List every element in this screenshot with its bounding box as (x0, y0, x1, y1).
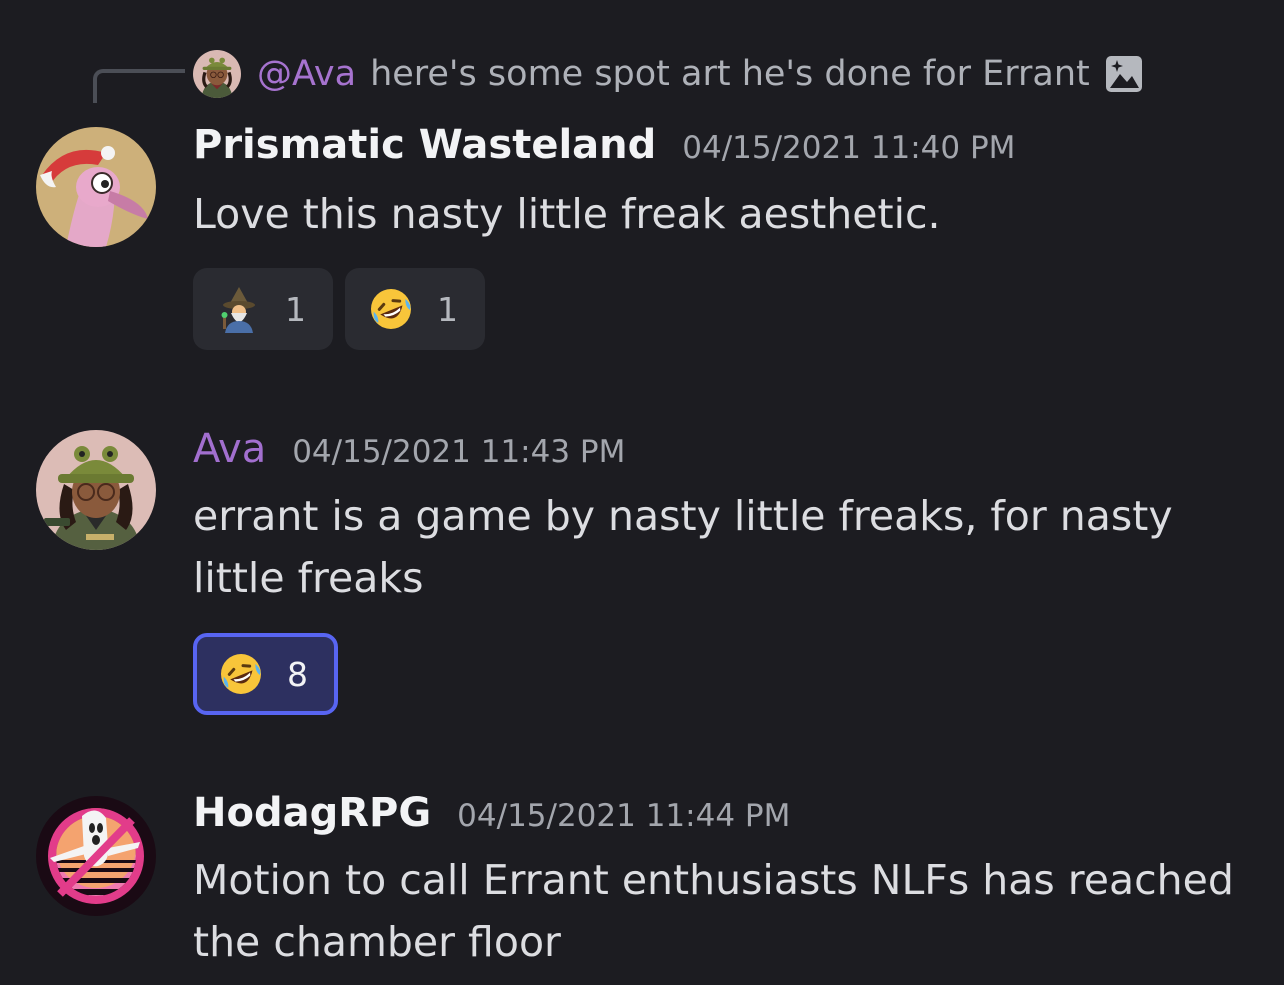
reply-avatar (193, 50, 241, 98)
reply-text[interactable]: here's some spot art he's done for Erran… (370, 54, 1090, 94)
message-text: errant is a game by nasty little freaks,… (193, 492, 1173, 602)
message-header: Ava 04/15/2021 11:43 PM (193, 426, 625, 472)
reply-connector-line (93, 69, 185, 103)
user-avatar[interactable] (36, 127, 156, 247)
reaction-rolling-laughing[interactable]: 1 (345, 268, 485, 350)
timestamp: 04/15/2021 11:40 PM (682, 130, 1016, 166)
reaction-mage[interactable]: 1 (193, 268, 333, 350)
rolling-laughing-emoji (221, 654, 261, 694)
reaction-count: 1 (285, 289, 306, 329)
message-header: Prismatic Wasteland 04/15/2021 11:40 PM (193, 122, 1015, 168)
reply-preview[interactable]: @Ava here's some spot art he's done for … (193, 50, 1144, 98)
user-avatar[interactable] (36, 430, 156, 550)
username[interactable]: Ava (193, 426, 266, 472)
message-text: Motion to call Errant enthusiasts NLFs h… (193, 856, 1234, 966)
user-avatar[interactable] (36, 796, 156, 916)
reaction-rolling-laughing-selected[interactable]: 8 (193, 633, 338, 715)
reply-mention[interactable]: @Ava (257, 54, 356, 94)
timestamp: 04/15/2021 11:44 PM (457, 798, 791, 834)
mage-emoji (221, 287, 255, 333)
username[interactable]: Prismatic Wasteland (193, 122, 656, 168)
rolling-laughing-emoji (371, 289, 411, 329)
image-icon (1105, 56, 1142, 92)
username[interactable]: HodagRPG (193, 790, 431, 836)
message-header: HodagRPG 04/15/2021 11:44 PM (193, 790, 790, 836)
timestamp: 04/15/2021 11:43 PM (292, 434, 626, 470)
message-text: Love this nasty little freak aesthetic. (193, 190, 941, 238)
reaction-count: 8 (287, 654, 308, 694)
reaction-count: 1 (437, 289, 458, 329)
